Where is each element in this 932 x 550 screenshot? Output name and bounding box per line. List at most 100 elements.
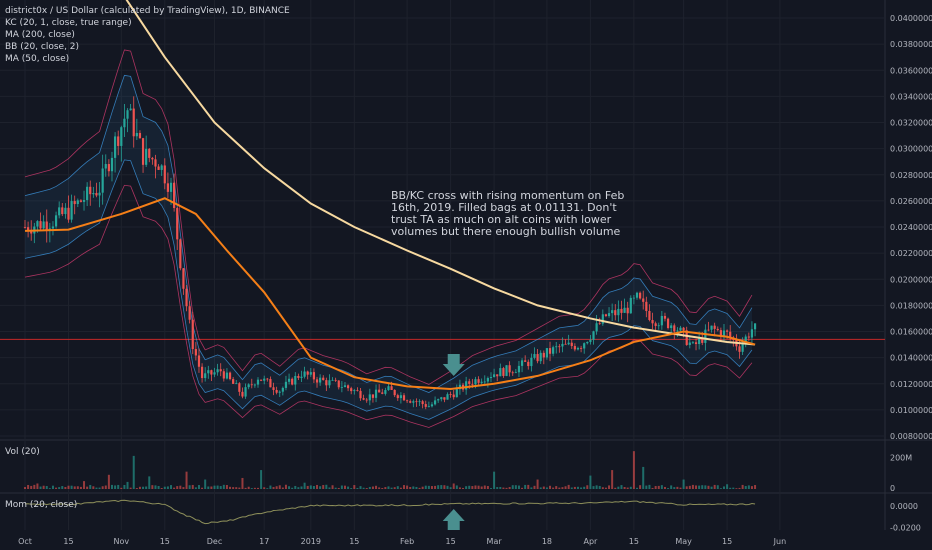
x-tick-label: 15 xyxy=(629,537,639,546)
volume-bar xyxy=(636,487,639,489)
volume-bar xyxy=(685,486,688,489)
candle-body xyxy=(79,200,83,202)
candle-body xyxy=(163,165,166,184)
volume-bar xyxy=(555,486,558,489)
legend-kc[interactable]: KC (20, 1, close, true range) xyxy=(5,17,290,29)
candle-body xyxy=(474,379,477,385)
volume-bar xyxy=(250,488,253,489)
volume-bar xyxy=(322,485,325,489)
legend-ma200[interactable]: MA (200, close) xyxy=(5,29,290,41)
y-tick-label: 0.01600000 xyxy=(890,328,932,337)
volume-bar xyxy=(604,487,607,489)
candle-body xyxy=(92,193,95,195)
candle-body xyxy=(247,384,250,388)
volume-bar xyxy=(564,486,567,489)
volume-bar xyxy=(225,485,228,489)
candle-body xyxy=(558,346,561,348)
volume-bar xyxy=(387,486,390,489)
momentum-pane-label[interactable]: Mom (20, close) xyxy=(5,500,77,510)
trade-annotation[interactable]: BB/KC cross with rising momentum on Feb … xyxy=(391,190,641,238)
volume-bar xyxy=(639,485,642,489)
candle-body xyxy=(415,401,418,403)
volume-bar xyxy=(552,487,555,489)
volume-bar xyxy=(353,485,356,489)
volume-bar xyxy=(719,488,722,489)
momentum-tick-label: -0.0200 xyxy=(890,524,921,533)
candle-body xyxy=(346,385,350,389)
volume-bar xyxy=(722,486,725,489)
candle-body xyxy=(520,360,524,366)
candle-body xyxy=(207,370,210,374)
candle-body xyxy=(583,343,586,349)
candle-body xyxy=(514,372,517,374)
candle-body xyxy=(238,383,241,392)
volume-bar xyxy=(754,485,757,489)
volume-bar xyxy=(517,485,520,489)
volume-bar xyxy=(67,485,70,489)
volume-bar xyxy=(691,484,694,489)
candle-body xyxy=(750,329,754,338)
volume-bar xyxy=(79,486,82,489)
candle-body xyxy=(725,330,729,332)
candle-body xyxy=(67,207,70,220)
candle-body xyxy=(104,164,107,169)
candle-body xyxy=(670,325,673,329)
volume-bar xyxy=(241,477,244,489)
volume-bar xyxy=(120,487,123,489)
candle-body xyxy=(639,292,642,299)
volume-bar xyxy=(319,486,322,489)
candle-body xyxy=(440,397,443,400)
candle-body xyxy=(502,368,505,376)
volume-bar xyxy=(256,487,259,489)
candle-body xyxy=(325,380,328,386)
x-tick-label: Dec xyxy=(207,537,222,546)
chart-canvas: 0.04000000 0.03800000 0.03600000 0.03400000… xyxy=(0,0,932,546)
symbol-title[interactable]: district0x / US Dollar (calculated by Tr… xyxy=(5,5,290,17)
candle-body xyxy=(123,118,126,128)
legend-ma50[interactable]: MA (50, close) xyxy=(5,53,290,65)
volume-bar xyxy=(381,488,384,489)
volume-bar xyxy=(337,487,340,489)
volume-pane-label[interactable]: Vol (20) xyxy=(5,447,40,457)
candle-body xyxy=(564,343,567,345)
candle-body xyxy=(421,401,424,405)
candle-body xyxy=(524,360,527,362)
candle-body xyxy=(595,323,598,332)
volume-bar xyxy=(440,485,443,489)
candle-body xyxy=(663,315,667,319)
volume-bar xyxy=(533,485,536,489)
volume-bar xyxy=(437,485,440,489)
volume-bar xyxy=(48,488,51,489)
volume-bar xyxy=(114,485,117,489)
volume-bar xyxy=(185,471,188,489)
volume-bar xyxy=(101,486,104,489)
volume-bar xyxy=(210,486,213,489)
x-tick-label: 15 xyxy=(63,537,73,546)
candle-body xyxy=(586,341,589,344)
volume-bar xyxy=(524,484,527,489)
volume-bar xyxy=(378,487,381,489)
volume-bar xyxy=(42,485,45,489)
volume-bar xyxy=(486,485,489,489)
candle-body xyxy=(250,384,253,386)
volume-bar xyxy=(375,485,378,489)
volume-bar xyxy=(468,485,471,489)
candle-body xyxy=(368,394,371,401)
candle-body xyxy=(387,386,390,391)
volume-bar xyxy=(396,486,399,489)
volume-bar xyxy=(142,486,145,489)
volume-bar xyxy=(642,466,645,489)
x-tick-label: 18 xyxy=(542,537,552,546)
candle-body xyxy=(148,148,151,158)
volume-bar xyxy=(281,487,284,489)
candle-body xyxy=(601,314,604,324)
candle-body xyxy=(166,183,170,192)
volume-bar xyxy=(219,486,222,489)
volume-bar xyxy=(170,485,173,489)
volume-bar xyxy=(284,484,287,489)
legend-bb[interactable]: BB (20, close, 2) xyxy=(5,41,290,53)
volume-bar xyxy=(427,485,430,489)
volume-bar xyxy=(343,485,346,489)
volume-bar xyxy=(151,485,154,489)
volume-bar xyxy=(592,486,595,489)
